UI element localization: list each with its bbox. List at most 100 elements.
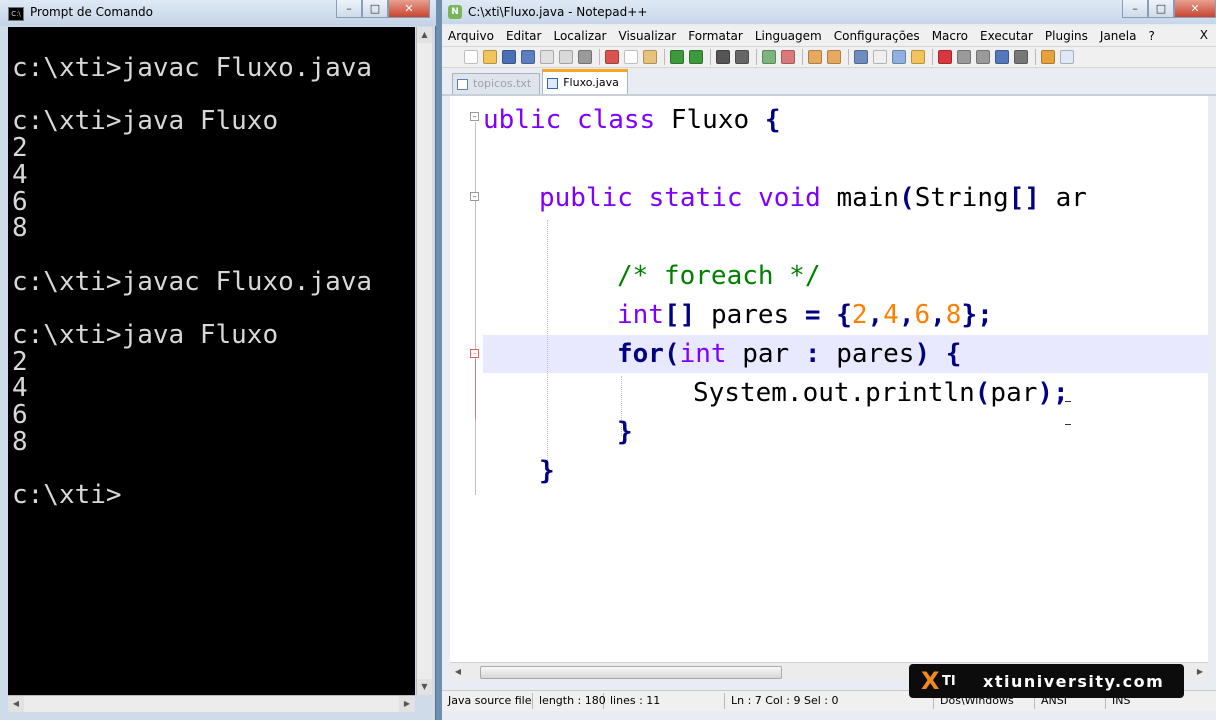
menu-plugins[interactable]: Plugins — [1039, 29, 1094, 43]
undo-icon[interactable] — [670, 50, 684, 64]
fold-margin[interactable]: – – – — [450, 96, 482, 662]
keyword: class — [576, 105, 656, 135]
menu-executar[interactable]: Executar — [974, 29, 1039, 43]
close-document-button[interactable]: X — [1200, 28, 1208, 42]
print-icon[interactable] — [578, 50, 592, 64]
console-output: c:\xti>javac Fluxo.java c:\xti>java Flux… — [12, 53, 373, 511]
toolbar-separator — [599, 49, 600, 65]
tab-topicos[interactable]: topicos.txt — [452, 73, 541, 94]
run-macro-multiple-icon[interactable] — [995, 50, 1009, 64]
new-file-icon[interactable] — [464, 50, 478, 64]
menu-configuracoes[interactable]: Configurações — [828, 29, 926, 43]
scroll-right-icon[interactable]: ▶ — [1192, 663, 1208, 681]
tab-fluxo[interactable]: Fluxo.java — [542, 69, 628, 94]
fold-minus-icon[interactable]: – — [470, 112, 479, 121]
menu-editar[interactable]: Editar — [500, 29, 548, 43]
toolbar-separator — [802, 49, 803, 65]
scroll-down-icon[interactable]: ▼ — [417, 679, 432, 695]
cmd-window: C:\ Prompt de Comando – □ ✕ c:\xti>javac… — [0, 0, 436, 720]
number: 8 — [945, 300, 962, 330]
spellcheck-icon[interactable] — [1060, 50, 1074, 64]
zoom-out-icon[interactable] — [781, 50, 795, 64]
menu-linguagem[interactable]: Linguagem — [749, 29, 828, 43]
code-editor[interactable]: – – – ublic class Fluxo { public static … — [450, 96, 1208, 662]
cmd-vertical-scrollbar[interactable]: ▲ ▼ — [416, 27, 432, 695]
keyword: int — [679, 339, 727, 369]
identifier: pares — [836, 339, 915, 369]
identifier: ar — [1055, 183, 1087, 213]
npp-titlebar[interactable]: N C:\xti\Fluxo.java - Notepad++ – □ ✕ — [442, 0, 1216, 24]
menu-arquivo[interactable]: Arquivo — [442, 29, 500, 43]
code-line-2: public static void main(String[] ar — [539, 183, 1087, 213]
menu-visualizar[interactable]: Visualizar — [613, 29, 683, 43]
stop-macro-icon[interactable] — [957, 50, 971, 64]
code-brace: } — [539, 456, 555, 486]
save-macro-icon[interactable] — [1014, 50, 1028, 64]
minimize-icon[interactable]: – — [1122, 0, 1148, 18]
indent-guide — [547, 220, 548, 460]
cmd-horizontal-scrollbar[interactable]: ◀ ▶ — [8, 695, 415, 712]
record-macro-icon[interactable] — [938, 50, 952, 64]
plugin-icon[interactable] — [1041, 50, 1055, 64]
code-line-6: System.out.println(par); — [693, 378, 1069, 408]
operator: { — [764, 105, 781, 135]
operator: ; — [977, 300, 993, 330]
npp-title: C:\xti\Fluxo.java - Notepad++ — [468, 5, 648, 19]
toolbar — [442, 46, 1216, 68]
cmd-title: Prompt de Comando — [30, 5, 154, 19]
console-area[interactable]: c:\xti>javac Fluxo.java c:\xti>java Flux… — [8, 27, 415, 695]
cmd-titlebar[interactable]: C:\ Prompt de Comando – □ ✕ — [0, 0, 436, 26]
toolbar-separator — [710, 49, 711, 65]
code-brace: } — [617, 417, 633, 447]
word-wrap-icon[interactable] — [854, 50, 868, 64]
replace-icon[interactable] — [735, 50, 749, 64]
operator: } — [961, 300, 978, 330]
scroll-up-icon[interactable]: ▲ — [417, 27, 432, 43]
paste-icon[interactable] — [643, 50, 657, 64]
maximize-icon[interactable]: □ — [362, 0, 388, 18]
operator: ) — [1037, 378, 1054, 408]
indent-guide-icon[interactable] — [892, 50, 906, 64]
xti-logo-ti: TI — [942, 674, 956, 689]
close-file-icon[interactable] — [540, 50, 554, 64]
save-all-icon[interactable] — [521, 50, 535, 64]
menu-localizar[interactable]: Localizar — [547, 29, 612, 43]
status-lines: lines : 11 — [604, 693, 725, 709]
identifier: main — [836, 183, 900, 213]
menu-macro[interactable]: Macro — [926, 29, 974, 43]
maximize-icon[interactable]: □ — [1148, 0, 1174, 18]
show-all-chars-icon[interactable] — [873, 50, 887, 64]
play-macro-icon[interactable] — [976, 50, 990, 64]
redo-icon[interactable] — [689, 50, 703, 64]
status-length: length : 180 — [533, 693, 606, 709]
menu-help[interactable]: ? — [1142, 29, 1160, 43]
save-icon[interactable] — [502, 50, 516, 64]
close-all-icon[interactable] — [559, 50, 573, 64]
number: 6 — [914, 300, 931, 330]
xti-logo-x: X — [921, 667, 940, 695]
scroll-right-icon[interactable]: ▶ — [399, 696, 415, 712]
cut-icon[interactable] — [605, 50, 619, 64]
menu-janela[interactable]: Janela — [1094, 29, 1143, 43]
identifier: Fluxo — [670, 105, 750, 135]
zoom-in-icon[interactable] — [762, 50, 776, 64]
scroll-left-icon[interactable]: ◀ — [8, 696, 24, 712]
sync-horizontal-icon[interactable] — [827, 50, 841, 64]
code-line-1: ublic class Fluxo { — [483, 105, 780, 135]
toolbar-separator — [756, 49, 757, 65]
open-file-icon[interactable] — [483, 50, 497, 64]
sync-vertical-icon[interactable] — [808, 50, 822, 64]
copy-icon[interactable] — [624, 50, 638, 64]
close-icon[interactable]: ✕ — [388, 0, 430, 18]
menu-formatar[interactable]: Formatar — [682, 29, 749, 43]
scroll-left-icon[interactable]: ◀ — [450, 663, 466, 681]
doc-map-icon[interactable] — [911, 50, 925, 64]
cmd-window-controls: – □ ✕ — [336, 0, 430, 18]
close-icon[interactable]: ✕ — [1174, 0, 1216, 18]
find-icon[interactable] — [716, 50, 730, 64]
operator: ) — [914, 339, 931, 369]
scrollbar-thumb[interactable] — [480, 666, 782, 679]
fold-minus-icon[interactable]: – — [470, 192, 479, 201]
minimize-icon[interactable]: – — [336, 0, 362, 18]
fold-minus-icon[interactable]: – — [470, 349, 479, 358]
